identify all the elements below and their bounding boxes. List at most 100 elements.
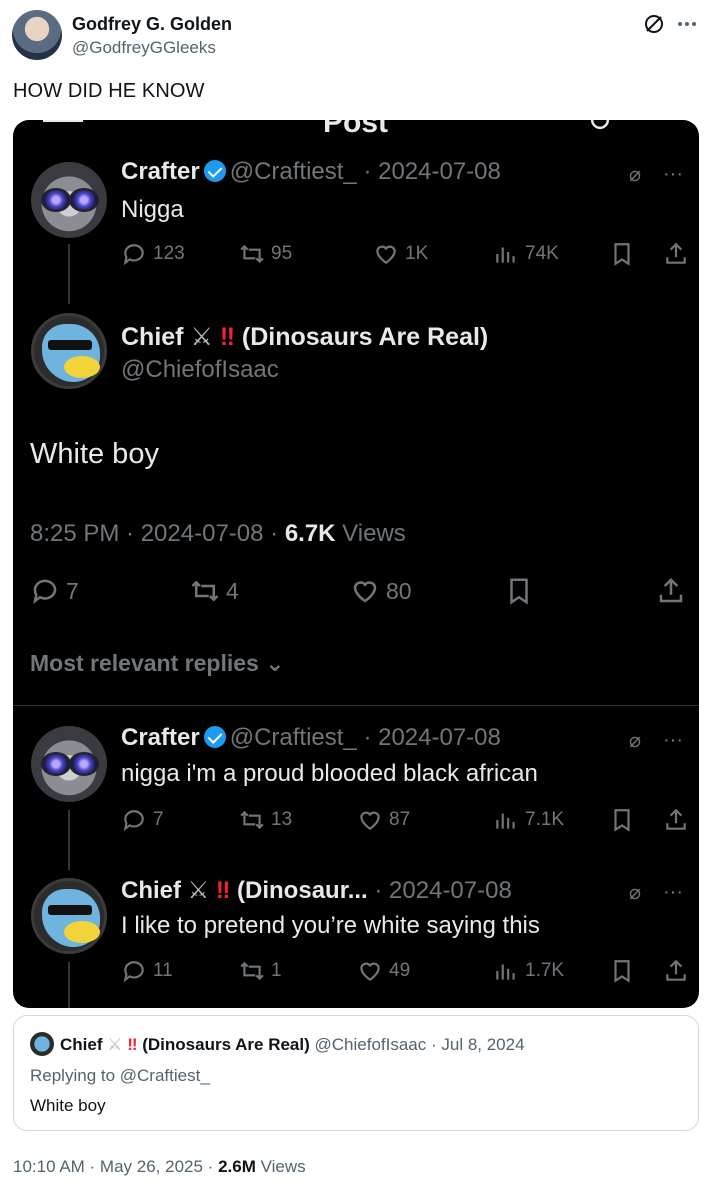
grok-icon: ⌀ [628,730,642,752]
author-suffix: (Dinosaurs Are Real) [241,323,489,351]
tweet-text: HOW DID HE KNOW [13,80,205,102]
grok-icon[interactable] [642,12,666,36]
reply-icon [123,961,144,983]
author-line: Crafter @Craftiest_ · 2024-07-08 [121,724,501,752]
like-count: 80 [386,577,412,604]
reply-count: 123 [153,243,185,264]
share-action [663,958,689,984]
screenshot-image: Post ↻ Crafter @Craftiest_ · 2024-07-08 ⌀… [13,120,699,1008]
reply-action: 7 [121,807,164,833]
author-name: Chief [60,1035,103,1054]
author-name: Chief [121,877,181,904]
views-label: Views [335,520,406,547]
avatar[interactable] [12,10,62,60]
bookmark-action [609,241,635,267]
handle-date: @Craftiest_ · 2024-07-08 [229,724,501,751]
verified-badge-icon [203,726,226,748]
exclamation-icon: ‼ [215,877,231,904]
share-action [663,241,689,267]
share-icon [666,242,686,264]
reply-icon [123,810,144,832]
bookmark-action [504,576,534,606]
bookmark-icon [614,243,630,266]
retweet-count: 1 [271,960,282,981]
views-count: 1.7K [525,960,565,981]
views-count: 7.1K [525,809,565,830]
timestamp: 8:25 PM · 2024-07-08 · [30,520,285,547]
bookmark-action [609,958,635,984]
retweet-action: 1 [239,958,282,984]
tweet-text: White boy [30,438,159,470]
thread-line [68,244,70,304]
author-line: Chief ⚔ ‼ (Dinosaur... · 2024-07-08 [121,876,512,905]
reply-action: 11 [121,958,173,984]
avatar [30,1032,54,1056]
more-icon: ··· [663,729,683,751]
views-count: 2.6M [218,1157,256,1176]
heart-icon [360,811,380,830]
swords-icon: ⚔ [187,877,210,904]
divider [13,705,699,706]
like-action: 49 [357,958,410,984]
cropped-topbar: Post ↻ [13,120,699,142]
retweet-icon [240,244,264,264]
avatar [31,726,107,802]
swords-icon: ⚔ [190,323,213,351]
grok-icon: ⌀ [628,882,642,904]
views-action: 74K [493,241,559,267]
bookmark-icon [614,960,630,983]
avatar [31,313,107,389]
tweet-footer: 10:10 AM · May 26, 2025 · 2.6M Views [13,1157,306,1177]
views-action: 7.1K [493,807,564,833]
swords-icon: ⚔ [107,1035,123,1054]
retweet-icon [191,580,219,602]
chevron-down-icon: ⌄ [265,650,285,676]
heart-icon [376,245,396,264]
like-count: 49 [389,960,411,981]
tweet-menu: ⌀ ··· [629,162,683,187]
thread-line [68,962,70,1008]
back-arrow-icon [43,120,83,122]
author-name: Crafter [121,158,200,185]
reply-action: 7 [30,576,79,606]
exclamation-icon: ‼ [127,1035,138,1054]
views-icon [496,247,515,263]
like-action: 80 [350,576,412,606]
header-actions [642,12,698,36]
author-name[interactable]: Godfrey G. Golden [72,14,232,35]
author-name: Crafter [121,724,200,751]
most-relevant-replies: Most relevant replies ⌄ [30,650,284,677]
share-icon [666,808,686,830]
like-action: 87 [357,807,410,833]
views-label: Views [260,1157,306,1176]
views-action: 1.7K [493,958,564,984]
action-bar: 7 4 80 [30,576,683,610]
action-bar: 123 95 1K 74K [121,239,691,269]
retweet-count: 4 [226,577,239,604]
thread-line [68,810,70,870]
author-handle[interactable]: @GodfreyGGleeks [72,38,216,58]
tweet-text: I like to pretend you’re white saying th… [121,912,540,939]
more-icon[interactable] [676,13,698,35]
tweet-text: nigga i'm a proud blooded black african [121,760,538,787]
bookmark-icon [614,809,630,832]
reply-icon [123,244,144,266]
retweet-action: 13 [239,807,292,833]
avatar [31,162,107,238]
share-action [663,807,689,833]
reply-count: 11 [153,960,173,981]
author-suffix: (Dinosaur... [237,877,368,904]
exclamation-icon: ‼ [219,323,235,351]
retweet-icon [240,810,264,830]
tweet-meta: 8:25 PM · 2024-07-08 · 6.7K Views [30,520,406,548]
tweet-text: Nigga [121,196,184,223]
timestamp[interactable]: 10:10 AM · May 26, 2025 · [13,1157,218,1176]
quoted-tweet[interactable]: Chief ⚔ ‼ (Dinosaurs Are Real) @ChiefofI… [13,1015,699,1131]
grok-icon: ⌀ [628,164,642,186]
tweet-menu: ⌀ ··· [629,728,683,753]
views-count: 6.7K [284,520,336,547]
reply-icon [33,579,57,604]
author-line: Chief ⚔ ‼ (Dinosaurs Are Real) [121,322,488,352]
cropped-title: Post [323,120,389,139]
retweet-count: 95 [271,243,293,264]
